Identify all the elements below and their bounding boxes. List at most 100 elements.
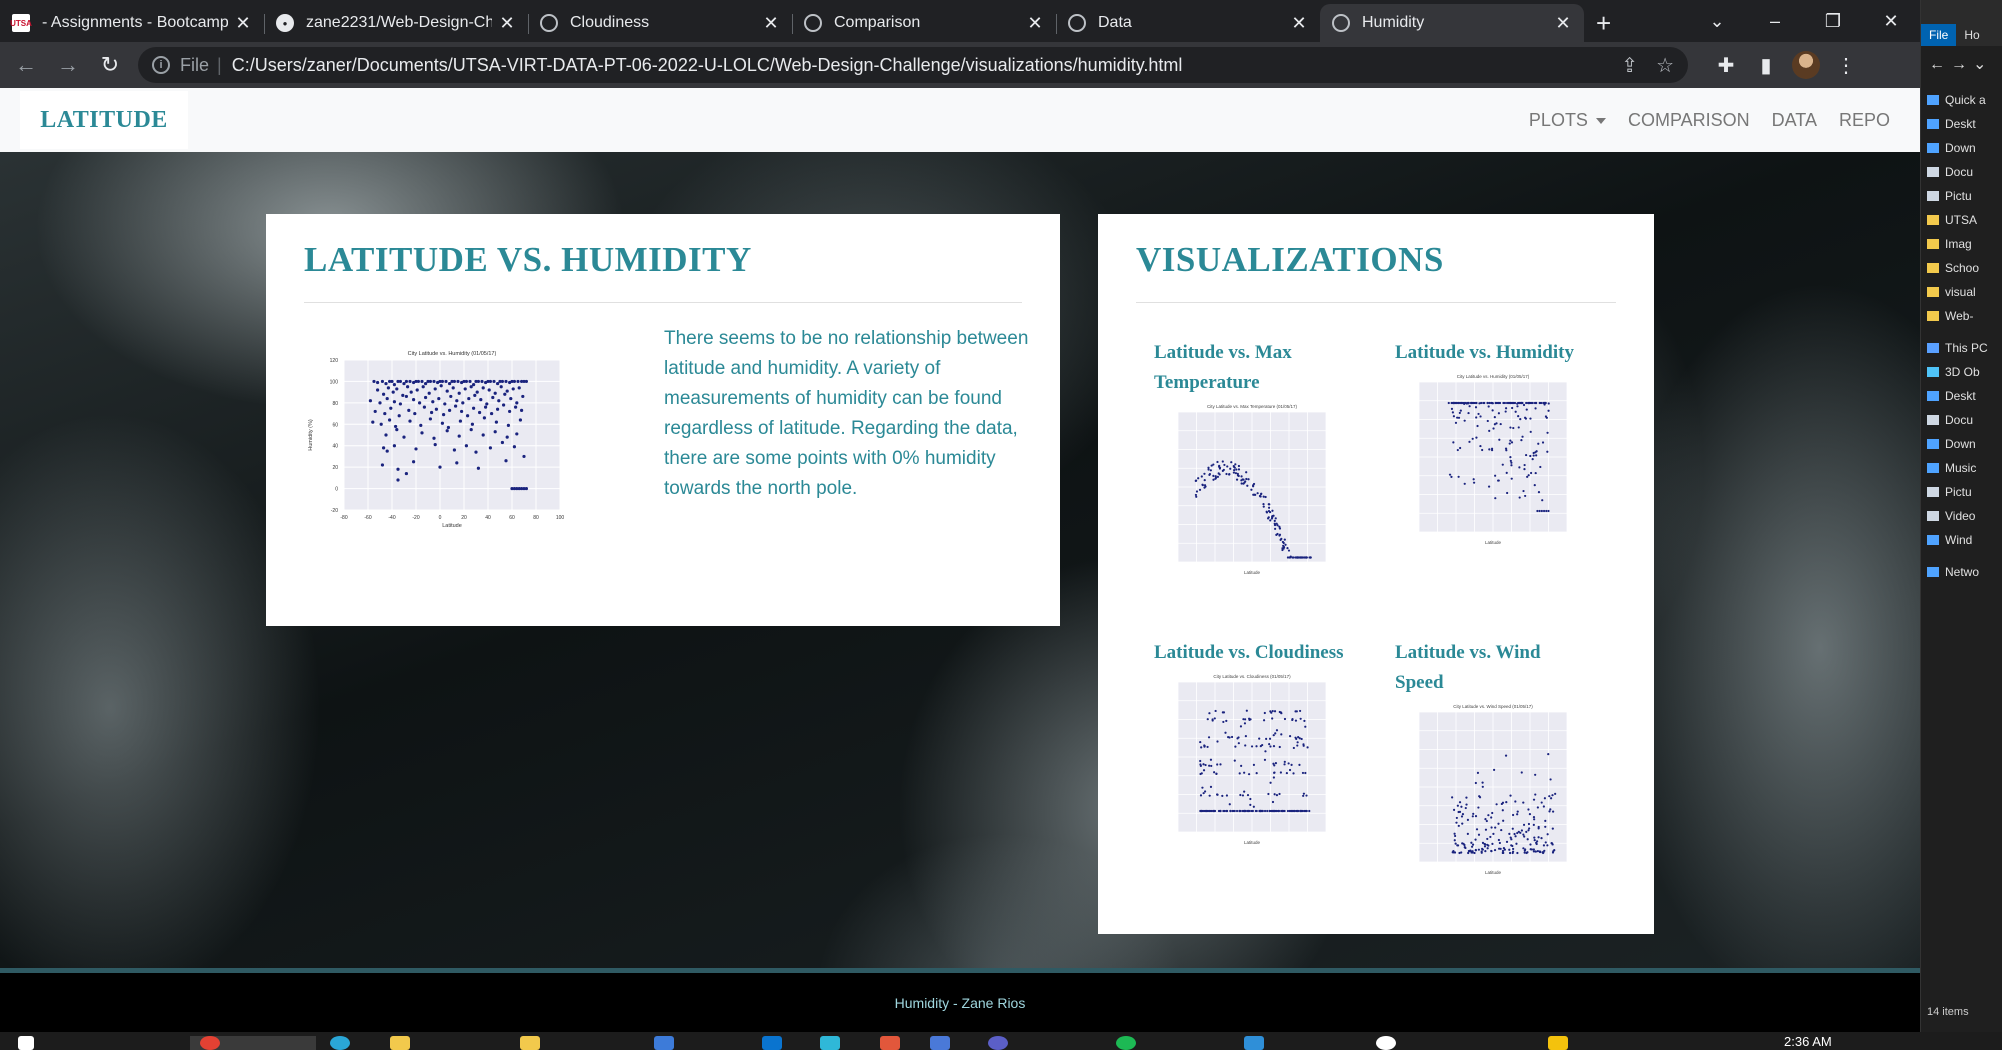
- app-icon[interactable]: [1548, 1036, 1568, 1050]
- edge-icon[interactable]: [330, 1036, 350, 1050]
- explorer-tree-item[interactable]: This PC: [1921, 336, 2002, 360]
- data-point: [404, 471, 408, 476]
- data-point: [1240, 479, 1243, 482]
- thumb-humidity[interactable]: Latitude vs. Humidity City Latitude vs. …: [1395, 338, 1605, 548]
- data-point: [1264, 750, 1267, 753]
- reload-icon[interactable]: ↻: [94, 52, 126, 78]
- data-point: [1216, 763, 1219, 766]
- data-point: [1454, 834, 1457, 838]
- data-point: [1229, 467, 1232, 470]
- forward-icon[interactable]: →: [52, 52, 84, 78]
- data-point: [1298, 763, 1301, 766]
- explorer-tree-item[interactable]: Pictu: [1921, 480, 2002, 504]
- explorer-file-tab[interactable]: File: [1921, 24, 1957, 46]
- close-window-icon[interactable]: ✕: [1862, 11, 1920, 32]
- explorer-tree-item[interactable]: Video: [1921, 504, 2002, 528]
- nav-data[interactable]: DATA: [1772, 110, 1817, 131]
- address-bar[interactable]: i File | C:/Users/zaner/Documents/UTSA-V…: [138, 47, 1688, 83]
- thumb-title: Latitude vs. Wind Speed: [1395, 642, 1541, 693]
- tab-cloudiness[interactable]: Cloudiness ✕: [528, 4, 792, 42]
- bookmark-star-icon[interactable]: ☆: [1656, 53, 1674, 78]
- nav-repo[interactable]: REPO: [1839, 110, 1890, 131]
- data-point: [1459, 446, 1462, 450]
- explorer-tree-item[interactable]: Deskt: [1921, 384, 2002, 408]
- close-icon[interactable]: ✕: [762, 13, 780, 34]
- data-point: [1488, 448, 1491, 451]
- explorer-tree-item[interactable]: 3D Ob: [1921, 360, 2002, 384]
- explorer-tree-item[interactable]: Schoo: [1921, 256, 2002, 280]
- explorer-tree-item[interactable]: visual: [1921, 280, 2002, 304]
- app-icon[interactable]: [930, 1036, 950, 1050]
- app-icon[interactable]: [654, 1036, 674, 1050]
- close-icon[interactable]: ✕: [234, 13, 252, 34]
- minimize-icon[interactable]: –: [1746, 11, 1804, 32]
- tab-comparison[interactable]: Comparison ✕: [792, 4, 1056, 42]
- side-panel-icon[interactable]: ▮: [1746, 53, 1786, 78]
- folder-icon[interactable]: [390, 1036, 410, 1050]
- data-point: [1210, 764, 1213, 768]
- back-icon[interactable]: ←: [10, 52, 42, 78]
- taskbar-clock[interactable]: 2:36 AM: [1784, 1034, 1832, 1049]
- info-icon[interactable]: i: [152, 56, 170, 74]
- tab-github[interactable]: ● zane2231/Web-Design-Cha ✕: [264, 4, 528, 42]
- max-temperature-chart[interactable]: City Latitude vs. Max Temperature (01/05…: [1154, 398, 1334, 578]
- menu-icon[interactable]: ⋮: [1826, 53, 1866, 78]
- data-point: [1233, 809, 1236, 813]
- app-icon[interactable]: [820, 1036, 840, 1050]
- nav-links: PLOTS COMPARISON DATA REPO: [1485, 88, 1890, 152]
- tab-search-icon[interactable]: ⌄: [1688, 11, 1746, 32]
- data-point: [1501, 851, 1504, 854]
- tab-data[interactable]: Data ✕: [1056, 4, 1320, 42]
- new-tab-icon[interactable]: +: [1596, 4, 1611, 42]
- explorer-tree-item[interactable]: Web-: [1921, 304, 2002, 328]
- humidity-chart[interactable]: City Latitude vs. Humidity (01/05/17) Lat…: [1395, 368, 1575, 548]
- explorer-tree-item[interactable]: Music: [1921, 456, 2002, 480]
- address-url[interactable]: C:/Users/zaner/Documents/UTSA-VIRT-DATA-…: [232, 55, 1604, 76]
- explorer-home-tab[interactable]: Ho: [1956, 24, 1987, 46]
- close-icon[interactable]: ✕: [1026, 13, 1044, 34]
- share-icon[interactable]: ⇪: [1621, 53, 1638, 78]
- close-icon[interactable]: ✕: [1554, 13, 1572, 34]
- discord-icon[interactable]: [988, 1036, 1008, 1050]
- app-icon[interactable]: [1376, 1036, 1396, 1050]
- explorer-tree-item[interactable]: Docu: [1921, 160, 2002, 184]
- profile-avatar[interactable]: [1792, 51, 1820, 79]
- explorer-tree-item[interactable]: UTSA: [1921, 208, 2002, 232]
- app-icon[interactable]: [1244, 1036, 1264, 1050]
- cloudiness-chart[interactable]: City Latitude vs. Cloudiness (01/05/17) L…: [1154, 668, 1334, 848]
- explorer-tree-item[interactable]: Down: [1921, 136, 2002, 160]
- nav-plots-dropdown[interactable]: PLOTS: [1507, 110, 1606, 131]
- explorer-nav-arrows[interactable]: ←→⌄: [1921, 46, 2002, 82]
- extensions-icon[interactable]: ✚: [1706, 53, 1746, 78]
- explorer-tree-item[interactable]: Pictu: [1921, 184, 2002, 208]
- app-icon[interactable]: [1116, 1036, 1136, 1050]
- browser-toolbar: ← → ↻ i File | C:/Users/zaner/Documents/…: [0, 42, 1920, 88]
- explorer-tree-item[interactable]: Imag: [1921, 232, 2002, 256]
- explorer-tree-item[interactable]: Quick a: [1921, 88, 2002, 112]
- start-icon[interactable]: [18, 1036, 34, 1050]
- tab-humidity[interactable]: Humidity ✕: [1320, 4, 1584, 42]
- folder-icon[interactable]: [520, 1036, 540, 1050]
- close-icon[interactable]: ✕: [498, 13, 516, 34]
- brand-logo[interactable]: LATITUDE: [20, 91, 188, 149]
- thumb-wind-speed[interactable]: Latitude vs. Wind Speed City Latitude vs…: [1395, 638, 1575, 878]
- data-point: [1207, 736, 1211, 739]
- explorer-tree-item[interactable]: Down: [1921, 432, 2002, 456]
- nav-comparison[interactable]: COMPARISON: [1628, 110, 1750, 131]
- data-point: [490, 411, 494, 416]
- explorer-tree-item[interactable]: Netwo: [1921, 560, 2002, 584]
- thumb-cloudiness[interactable]: Latitude vs. Cloudiness City Latitude vs…: [1154, 638, 1364, 848]
- restore-icon[interactable]: ❐: [1804, 11, 1862, 32]
- explorer-tree-item[interactable]: Wind: [1921, 528, 2002, 552]
- explorer-tree-item[interactable]: Docu: [1921, 408, 2002, 432]
- wind-speed-chart[interactable]: City Latitude vs. Wind Speed (01/05/17) L…: [1395, 698, 1575, 878]
- thumb-max-temperature[interactable]: Latitude vs. Max Temperature City Latitu…: [1154, 338, 1334, 578]
- close-icon[interactable]: ✕: [1290, 13, 1308, 34]
- chrome-icon[interactable]: [200, 1036, 220, 1050]
- vscode-icon[interactable]: [762, 1036, 782, 1050]
- data-point: [485, 402, 489, 406]
- explorer-tree-item[interactable]: Deskt: [1921, 112, 2002, 136]
- data-point: [1510, 477, 1513, 480]
- app-icon[interactable]: [880, 1036, 900, 1050]
- tab-assignments[interactable]: UTSA - Assignments - Bootcamp: ✕: [0, 4, 264, 42]
